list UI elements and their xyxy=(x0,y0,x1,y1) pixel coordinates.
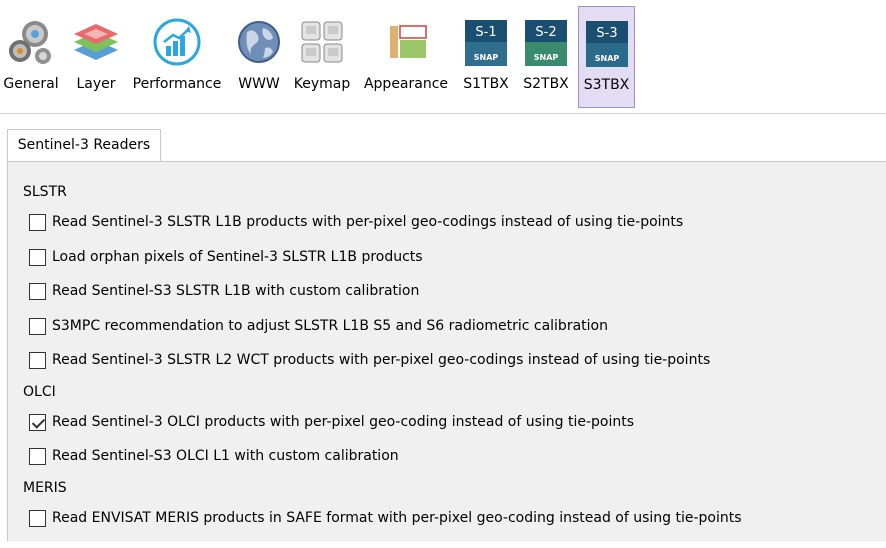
toolbar-s1tbx-button[interactable]: S-1 SNAP S1TBX xyxy=(458,6,514,108)
checkbox[interactable] xyxy=(29,248,46,266)
toolbar-s2tbx-button[interactable]: S-2 SNAP S2TBX xyxy=(518,6,574,108)
toolbar-layer-button[interactable]: Layer xyxy=(68,6,124,108)
option-olci-pixel-geocoding[interactable]: Read Sentinel-3 OLCI products with per-p… xyxy=(29,411,634,433)
s2-snap-icon: S-2 SNAP xyxy=(520,16,572,68)
option-label: Read Sentinel-S3 OLCI L1 with custom cal… xyxy=(52,448,399,464)
toolbar-performance-button[interactable]: Performance xyxy=(128,6,226,108)
option-s3mpc-recommendation[interactable]: S3MPC recommendation to adjust SLSTR L1B… xyxy=(29,315,608,337)
group-label-olci: OLCI xyxy=(23,384,56,400)
toolbar-www-label: WWW xyxy=(238,76,280,92)
svg-text:SNAP: SNAP xyxy=(474,53,499,62)
option-label: Read Sentinel-3 SLSTR L1B products with … xyxy=(52,214,684,230)
svg-text:S-3: S-3 xyxy=(596,26,617,41)
svg-text:SNAP: SNAP xyxy=(594,54,619,63)
option-label: Read Sentinel-3 SLSTR L2 WCT products wi… xyxy=(52,352,711,368)
tab-sentinel-3-readers[interactable]: Sentinel-3 Readers xyxy=(7,129,161,162)
toolbar-s2tbx-label: S2TBX xyxy=(523,76,569,92)
toolbar-s3tbx-button[interactable]: S-3 SNAP S3TBX xyxy=(578,6,635,108)
checkbox[interactable] xyxy=(29,447,46,465)
toolbar-layer-label: Layer xyxy=(76,76,116,92)
group-label-meris: MERIS xyxy=(23,480,67,496)
toolbar-appearance-button[interactable]: Appearance xyxy=(360,6,452,108)
svg-text:SNAP: SNAP xyxy=(534,53,559,62)
checkbox[interactable] xyxy=(29,351,46,369)
gears-icon xyxy=(5,16,57,68)
option-slstr-pixel-geocoding[interactable]: Read Sentinel-3 SLSTR L1B products with … xyxy=(29,211,683,233)
option-slstr-orphan-pixels[interactable]: Load orphan pixels of Sentinel-3 SLSTR L… xyxy=(29,246,423,268)
layers-icon xyxy=(70,16,122,68)
group-label-slstr: SLSTR xyxy=(23,184,67,200)
option-label: S3MPC recommendation to adjust SLSTR L1B… xyxy=(52,318,608,334)
option-slstr-l2-wct-geocoding[interactable]: Read Sentinel-3 SLSTR L2 WCT products wi… xyxy=(29,349,710,371)
checkbox[interactable] xyxy=(29,317,46,335)
toolbar-general-button[interactable]: General xyxy=(0,6,62,108)
svg-text:S-2: S-2 xyxy=(535,25,556,40)
s3-snap-icon: S-3 SNAP xyxy=(581,17,633,69)
option-label: Read ENVISAT MERIS products in SAFE form… xyxy=(52,510,742,526)
toolbar-keymap-label: Keymap xyxy=(293,76,351,92)
checkbox[interactable] xyxy=(29,509,46,527)
toolbar-keymap-button[interactable]: Keymap xyxy=(290,6,354,108)
svg-text:S-1: S-1 xyxy=(475,25,496,40)
checkbox-checked[interactable] xyxy=(29,413,46,431)
globe-icon xyxy=(233,16,285,68)
option-label: Load orphan pixels of Sentinel-3 SLSTR L… xyxy=(52,249,423,265)
option-label: Read Sentinel-3 OLCI products with per-p… xyxy=(52,414,635,430)
checkbox[interactable] xyxy=(29,282,46,300)
performance-chart-icon xyxy=(151,16,203,68)
toolbar-appearance-label: Appearance xyxy=(363,76,449,92)
option-slstr-custom-calibration[interactable]: Read Sentinel-S3 SLSTR L1B with custom c… xyxy=(29,280,419,302)
checkbox[interactable] xyxy=(29,213,46,231)
toolbar-s1tbx-label: S1TBX xyxy=(463,76,509,92)
toolbar-performance-label: Performance xyxy=(132,76,222,92)
option-meris-safe-geocoding[interactable]: Read ENVISAT MERIS products in SAFE form… xyxy=(29,507,742,529)
s1-snap-icon: S-1 SNAP xyxy=(460,16,512,68)
keyboard-keys-icon xyxy=(296,16,348,68)
toolbar-www-button[interactable]: WWW xyxy=(232,6,286,108)
option-olci-custom-calibration[interactable]: Read Sentinel-S3 OLCI L1 with custom cal… xyxy=(29,445,399,467)
toolbar-general-label: General xyxy=(3,76,59,92)
toolbar-s3tbx-label: S3TBX xyxy=(583,77,630,93)
option-label: Read Sentinel-S3 SLSTR L1B with custom c… xyxy=(52,283,420,299)
tab-strip: Sentinel-3 Readers xyxy=(0,114,886,162)
appearance-layout-icon xyxy=(380,16,432,68)
preferences-toolbar: General Layer Performance WWW Keymap App… xyxy=(0,0,886,113)
